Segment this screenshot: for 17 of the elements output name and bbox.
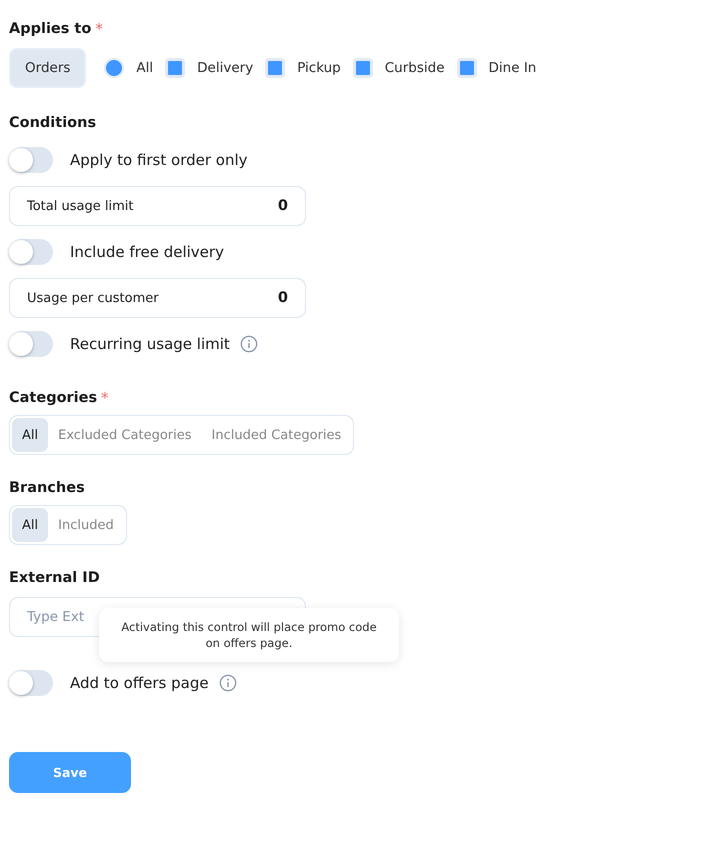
section-title: Categories [9,389,98,408]
required-mark: * [95,19,103,40]
tooltip: Activating this control will place promo code on offers page. [99,608,399,662]
toggle-label: Apply to first order only [70,151,248,169]
toggle-label: Add to offers page [70,674,209,692]
option-label: Delivery [197,60,254,76]
option-label: Curbside [384,60,445,76]
section-title: Conditions [9,114,96,133]
section-title: Branches [9,479,85,498]
required-mark: * [101,388,109,409]
section-title: External ID [9,569,100,588]
option-label: Dine In [488,60,536,76]
toggle-label: Recurring usage limit [70,335,230,353]
section-title: Applies to [9,20,92,39]
option-label: All [136,60,154,76]
option-label: Pickup [297,60,341,76]
toggle-label: Include free delivery [70,243,224,261]
